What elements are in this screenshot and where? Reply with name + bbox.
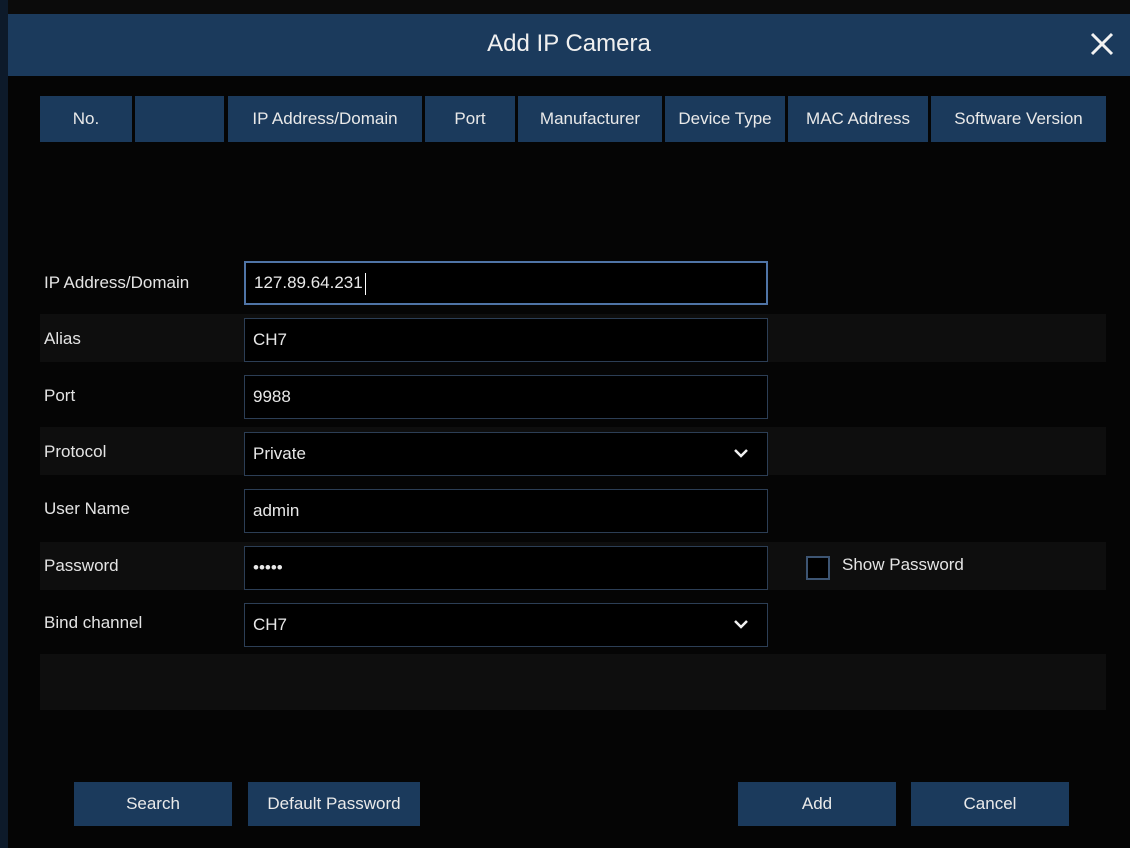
username-label: User Name <box>44 499 130 518</box>
alias-value: CH7 <box>253 330 288 349</box>
add-ip-camera-dialog: Add IP Camera No. IP Address/Domain Port… <box>0 0 1130 848</box>
column-header-mac[interactable]: MAC Address <box>788 96 928 142</box>
ip-address-field[interactable]: 127.89.64.231 <box>244 261 768 305</box>
text-cursor <box>364 272 366 295</box>
chevron-down-icon <box>734 620 748 629</box>
alias-field[interactable]: CH7 <box>244 318 768 362</box>
port-value: 9988 <box>253 387 291 406</box>
protocol-value: Private <box>253 444 306 463</box>
close-icon <box>1090 32 1114 56</box>
column-header-port[interactable]: Port <box>425 96 515 142</box>
left-edge-strip <box>0 0 8 848</box>
column-header-select[interactable] <box>135 96 224 142</box>
title-bar: Add IP Camera <box>8 14 1130 76</box>
alias-label: Alias <box>44 329 81 348</box>
username-value: admin <box>253 501 300 520</box>
protocol-select[interactable]: Private <box>244 432 768 476</box>
column-header-ip[interactable]: IP Address/Domain <box>228 96 422 142</box>
chevron-down-icon <box>734 449 748 458</box>
bind-channel-select[interactable]: CH7 <box>244 603 768 647</box>
password-label: Password <box>44 556 119 575</box>
cancel-button[interactable]: Cancel <box>911 782 1069 826</box>
username-field[interactable]: admin <box>244 489 768 533</box>
column-header-no[interactable]: No. <box>40 96 132 142</box>
empty-row-band <box>40 654 1106 710</box>
protocol-label: Protocol <box>44 442 107 461</box>
show-password-label[interactable]: Show Password <box>842 555 964 575</box>
default-password-button[interactable]: Default Password <box>248 782 420 826</box>
search-button[interactable]: Search <box>74 782 232 826</box>
password-value: ••••• <box>253 558 283 577</box>
port-field[interactable]: 9988 <box>244 375 768 419</box>
column-header-software-version[interactable]: Software Version <box>931 96 1106 142</box>
password-field[interactable]: ••••• <box>244 546 768 590</box>
ip-address-value: 127.89.64.231 <box>254 273 363 292</box>
ip-address-label: IP Address/Domain <box>44 273 190 292</box>
dialog-top-border <box>8 0 1130 14</box>
close-button[interactable] <box>1086 28 1118 60</box>
column-header-device-type[interactable]: Device Type <box>665 96 785 142</box>
dialog-title: Add IP Camera <box>487 30 651 57</box>
add-button[interactable]: Add <box>738 782 896 826</box>
port-label: Port <box>44 386 76 405</box>
bind-channel-label: Bind channel <box>44 613 143 632</box>
column-header-manufacturer[interactable]: Manufacturer <box>518 96 662 142</box>
bind-channel-value: CH7 <box>253 615 288 634</box>
show-password-checkbox[interactable] <box>806 556 830 580</box>
